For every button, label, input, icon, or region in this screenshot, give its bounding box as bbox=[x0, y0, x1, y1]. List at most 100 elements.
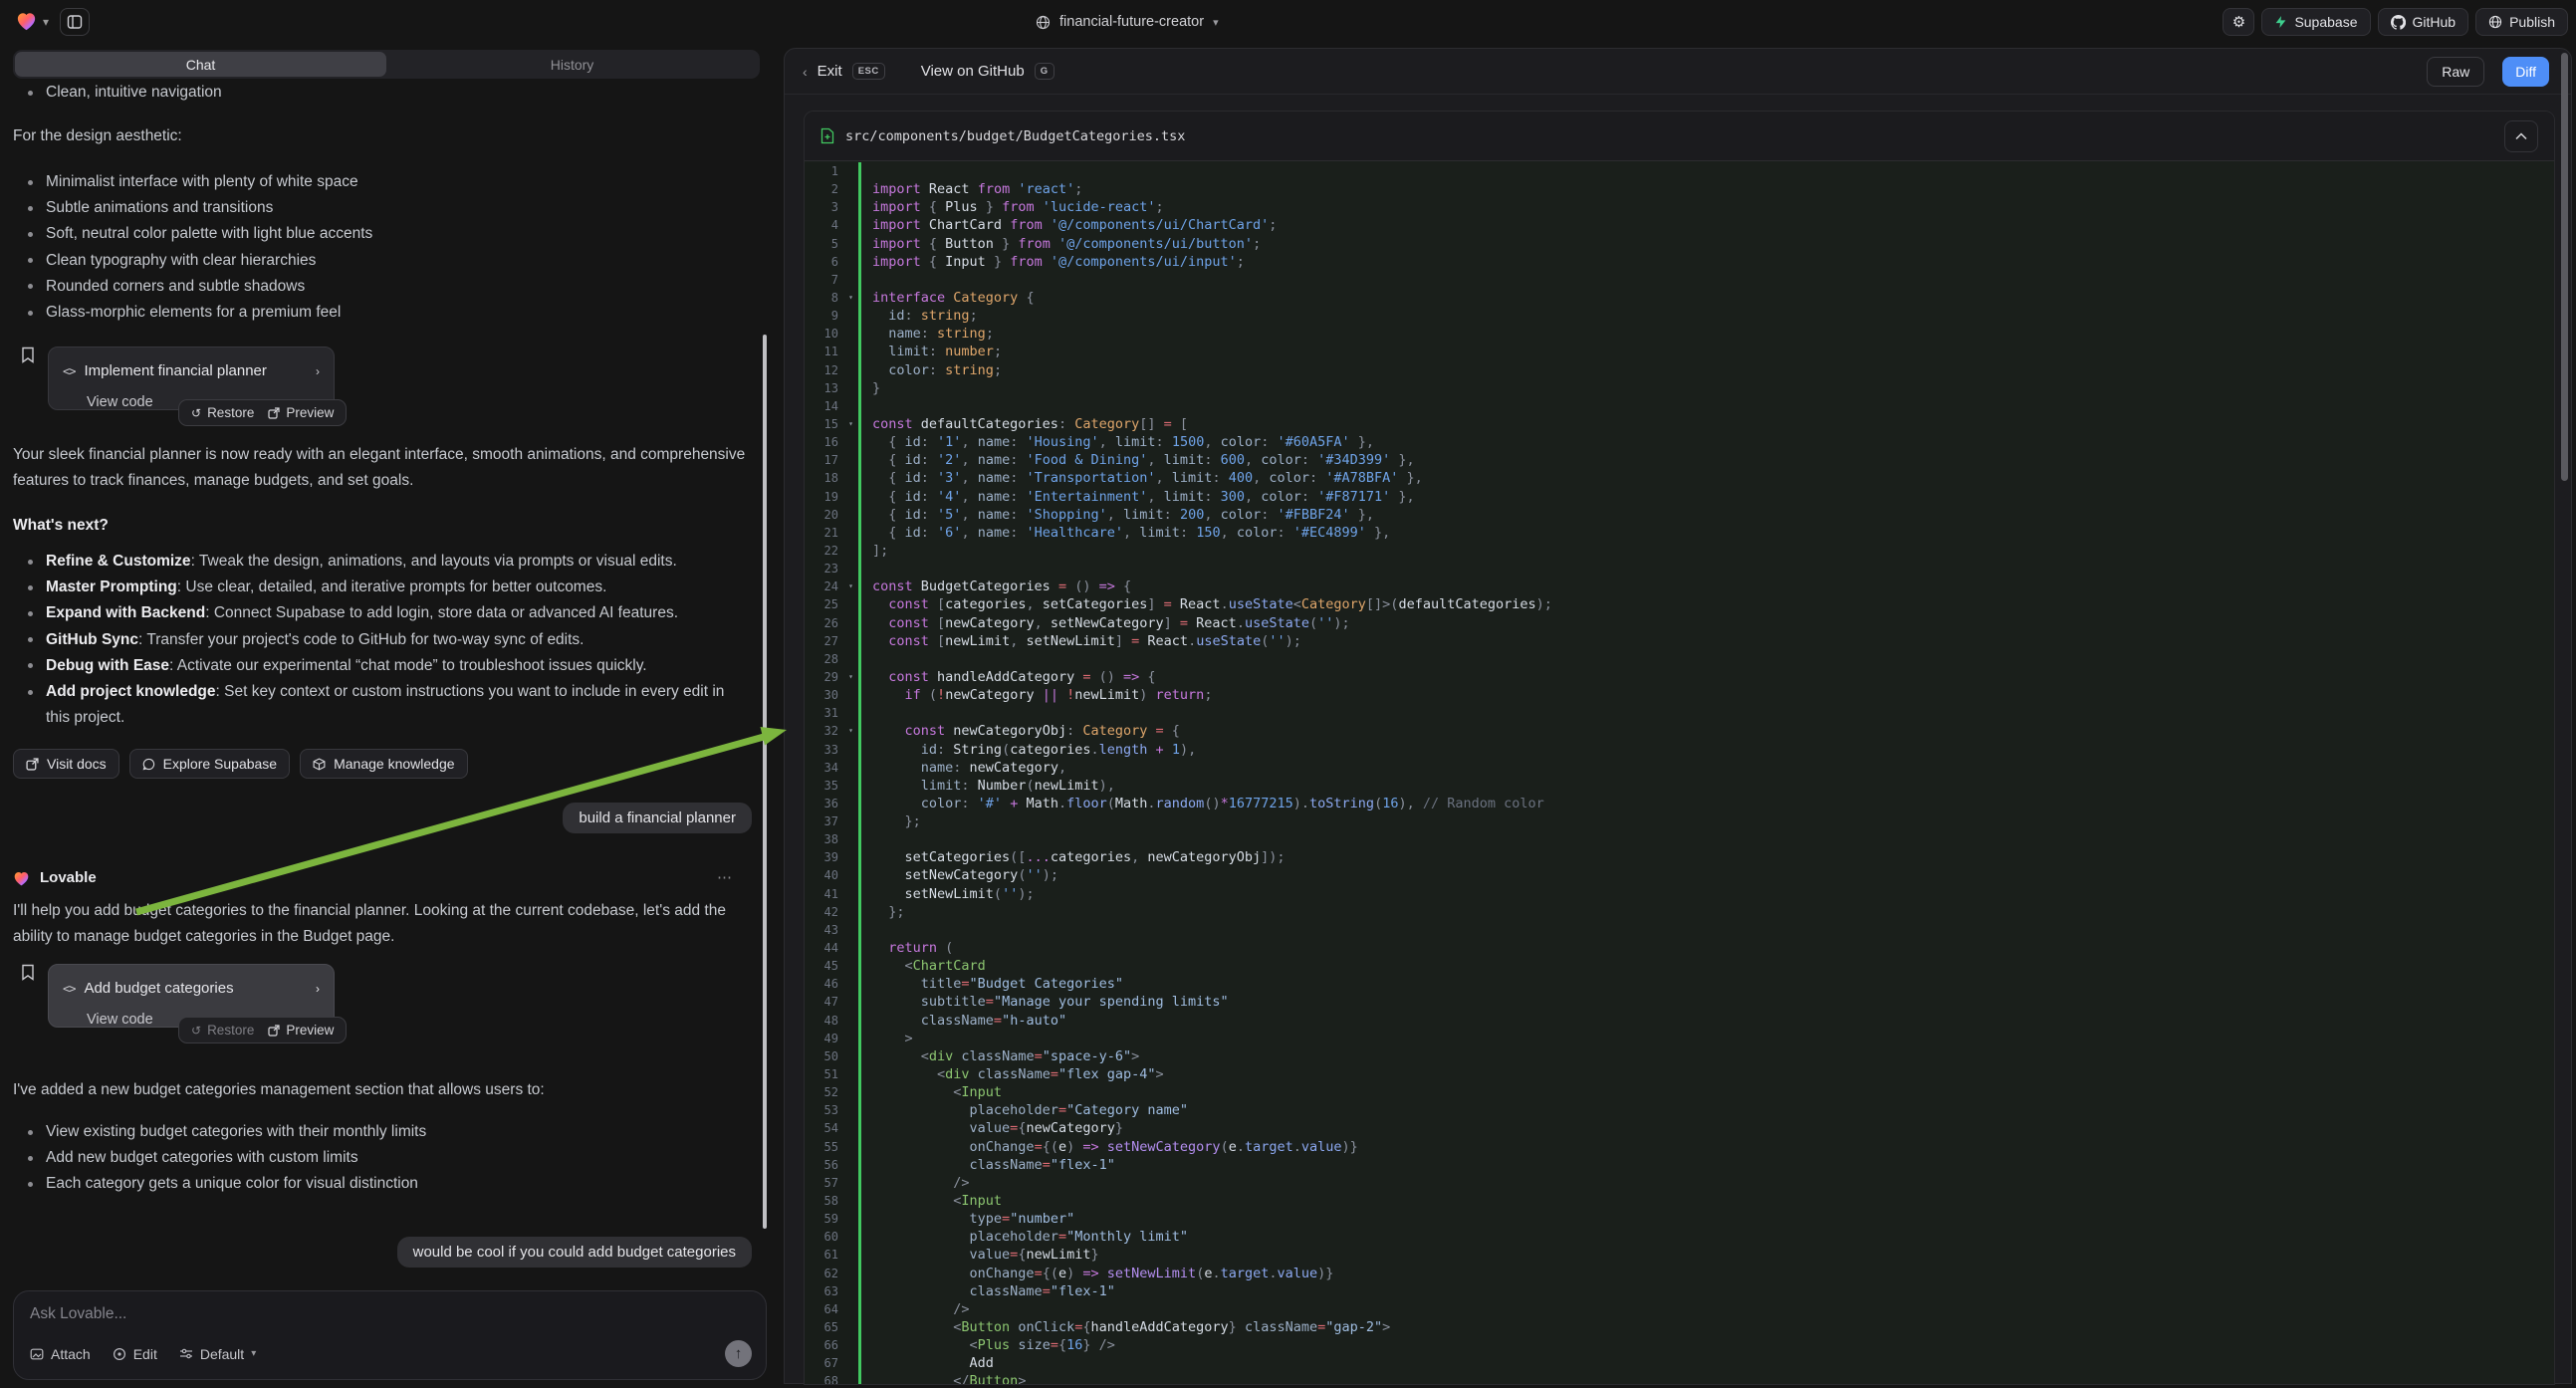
collapse-file-button[interactable] bbox=[2504, 120, 2538, 152]
user-message-bubble: build a financial planner bbox=[563, 803, 752, 833]
restore-preview-toolbar: ↺ Restore Preview bbox=[178, 1017, 347, 1043]
list-item: Glass-morphic elements for a premium fee… bbox=[13, 300, 752, 326]
chat-scrollbar-thumb[interactable] bbox=[763, 335, 767, 1229]
bookmark-icon[interactable] bbox=[21, 964, 35, 981]
publish-button[interactable]: Publish bbox=[2475, 8, 2568, 36]
send-button[interactable]: ↑ bbox=[725, 1340, 752, 1367]
line-number: 32▾ bbox=[805, 722, 844, 740]
line-number: 68 bbox=[805, 1372, 844, 1385]
code-line: 45 <ChartCard bbox=[805, 957, 2554, 975]
code-line: 50 <div className="space-y-6"> bbox=[805, 1047, 2554, 1065]
list-item: Each category gets a unique color for vi… bbox=[13, 1171, 752, 1197]
line-number: 18 bbox=[805, 469, 844, 487]
knowledge-box-icon bbox=[313, 758, 326, 771]
supabase-button[interactable]: Supabase bbox=[2261, 8, 2370, 36]
line-number: 12 bbox=[805, 361, 844, 379]
diff-toggle-button[interactable]: Diff bbox=[2502, 57, 2549, 87]
restore-preview-toolbar: ↺ Restore Preview bbox=[178, 399, 347, 426]
code-line: 43 bbox=[805, 921, 2554, 939]
bookmark-icon[interactable] bbox=[21, 347, 35, 363]
line-number: 27 bbox=[805, 632, 844, 650]
code-line: 11 limit: number; bbox=[805, 343, 2554, 360]
line-number: 1 bbox=[805, 162, 844, 180]
line-number: 13 bbox=[805, 379, 844, 397]
line-number: 41 bbox=[805, 885, 844, 903]
restore-icon: ↺ bbox=[191, 1018, 201, 1043]
g-key-badge: G bbox=[1035, 63, 1054, 80]
fold-chevron-icon[interactable]: ▾ bbox=[848, 578, 853, 595]
line-number: 2 bbox=[805, 180, 844, 198]
line-number: 58 bbox=[805, 1192, 844, 1210]
mode-selector[interactable]: Default ▾ bbox=[179, 1346, 256, 1362]
line-number: 43 bbox=[805, 921, 844, 939]
version-card-implement-financial-planner[interactable]: <> Implement financial planner › View co… bbox=[48, 347, 335, 410]
line-number: 37 bbox=[805, 812, 844, 830]
preview-button[interactable]: Preview bbox=[268, 1018, 334, 1043]
line-number: 63 bbox=[805, 1282, 844, 1300]
code-line: 5import { Button } from '@/components/ui… bbox=[805, 235, 2554, 253]
code-icon: <> bbox=[63, 358, 75, 384]
line-number: 39 bbox=[805, 848, 844, 866]
back-chevron-icon: ‹ bbox=[803, 64, 808, 80]
fold-chevron-icon[interactable]: ▾ bbox=[848, 415, 853, 433]
version-card-title: Add budget categories bbox=[84, 976, 233, 1002]
file-path: src/components/budget/BudgetCategories.t… bbox=[845, 128, 1185, 144]
code-scrollbar-thumb[interactable] bbox=[2561, 53, 2568, 481]
preview-button[interactable]: Preview bbox=[268, 400, 334, 426]
external-link-icon bbox=[26, 758, 39, 771]
line-number: 6 bbox=[805, 253, 844, 271]
github-button[interactable]: GitHub bbox=[2378, 8, 2469, 36]
line-number: 59 bbox=[805, 1210, 844, 1228]
code-line: 38 bbox=[805, 830, 2554, 848]
whats-next-item: Add project knowledge: Set key context o… bbox=[13, 679, 752, 731]
manage-knowledge-button[interactable]: Manage knowledge bbox=[300, 749, 467, 779]
settings-button[interactable]: ⚙ bbox=[2223, 8, 2254, 36]
list-item: Add new budget categories with custom li… bbox=[13, 1145, 752, 1171]
line-number: 30 bbox=[805, 686, 844, 704]
code-line: 46 title="Budget Categories" bbox=[805, 975, 2554, 993]
chat-input-box[interactable]: Ask Lovable... Attach Edit Default bbox=[13, 1290, 767, 1380]
exit-button[interactable]: Exit bbox=[818, 63, 842, 80]
code-line: 62 onChange={(e) => setNewLimit(e.target… bbox=[805, 1265, 2554, 1282]
diff-added-bar bbox=[858, 830, 861, 848]
list-item: Clean typography with clear hierarchies bbox=[13, 248, 752, 274]
line-number: 9 bbox=[805, 307, 844, 325]
restore-button[interactable]: ↺ Restore bbox=[191, 1018, 254, 1043]
edit-button[interactable]: Edit bbox=[113, 1346, 157, 1362]
action-chips-row: Visit docs Explore Supabase Manage knowl… bbox=[13, 749, 468, 779]
fold-chevron-icon[interactable]: ▾ bbox=[848, 289, 853, 307]
line-number: 33 bbox=[805, 741, 844, 759]
design-intro: For the design aesthetic: bbox=[13, 123, 752, 149]
code-line: 13} bbox=[805, 379, 2554, 397]
fold-chevron-icon[interactable]: ▾ bbox=[848, 722, 853, 740]
code-line: 47 subtitle="Manage your spending limits… bbox=[805, 993, 2554, 1011]
file-header[interactable]: src/components/budget/BudgetCategories.t… bbox=[805, 112, 2554, 161]
code-line: 63 className="flex-1" bbox=[805, 1282, 2554, 1300]
code-line: 17 { id: '2', name: 'Food & Dining', lim… bbox=[805, 451, 2554, 469]
code-line: 41 setNewLimit(''); bbox=[805, 885, 2554, 903]
code-line: 25 const [categories, setCategories] = R… bbox=[805, 595, 2554, 613]
line-number: 16 bbox=[805, 433, 844, 451]
project-chevron-down-icon: ▾ bbox=[1213, 16, 1219, 29]
line-number: 44 bbox=[805, 939, 844, 957]
version-card-add-budget-categories[interactable]: <> Add budget categories › View code ↺ R… bbox=[48, 964, 335, 1028]
assistant-header: Lovable ⋯ bbox=[13, 865, 752, 891]
code-line: 24▾const BudgetCategories = () => { bbox=[805, 578, 2554, 595]
code-line: 12 color: string; bbox=[805, 361, 2554, 379]
attach-button[interactable]: Attach bbox=[30, 1346, 91, 1362]
code-lines[interactable]: 12import React from 'react';3import { Pl… bbox=[805, 162, 2554, 1384]
message-menu-ellipsis[interactable]: ⋯ bbox=[717, 865, 734, 891]
code-line: 27 const [newLimit, setNewLimit] = React… bbox=[805, 632, 2554, 650]
supabase-bolt-icon bbox=[2274, 15, 2287, 29]
raw-toggle-button[interactable]: Raw bbox=[2427, 57, 2484, 87]
line-number: 21 bbox=[805, 524, 844, 542]
explore-supabase-button[interactable]: Explore Supabase bbox=[129, 749, 290, 779]
view-on-github-button[interactable]: View on GitHub bbox=[921, 63, 1025, 80]
fold-chevron-icon[interactable]: ▾ bbox=[848, 668, 853, 686]
restore-button[interactable]: ↺ Restore bbox=[191, 400, 254, 426]
code-line: 36 color: '#' + Math.floor(Math.random()… bbox=[805, 795, 2554, 812]
visit-docs-button[interactable]: Visit docs bbox=[13, 749, 119, 779]
line-number: 35 bbox=[805, 777, 844, 795]
project-selector[interactable]: financial-future-creator ▾ bbox=[1036, 0, 1219, 44]
line-number: 8▾ bbox=[805, 289, 844, 307]
